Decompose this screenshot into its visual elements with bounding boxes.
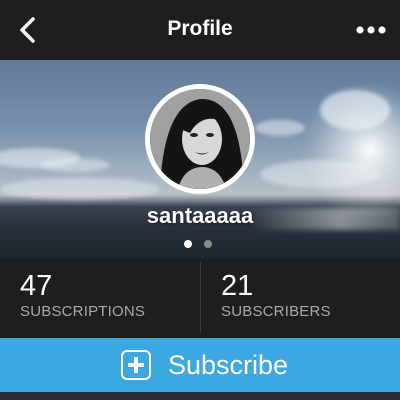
page-dot-inactive[interactable] [204,240,212,248]
cover-cloud [260,160,380,188]
plus-square-icon [121,350,151,380]
page-dot-active[interactable] [184,240,192,248]
username: santaaaaa [146,203,254,228]
cover-cloud [0,178,160,200]
subscriptions-stat[interactable]: 47 SUBSCRIPTIONS [0,258,200,338]
more-horizontal-icon [356,26,386,34]
subscriptions-label: SUBSCRIPTIONS [20,303,146,320]
avatar-image [150,89,250,189]
subscribers-stat[interactable]: 21 SUBSCRIBERS [201,258,400,338]
page-title: Profile [167,17,233,40]
subscribers-label: SUBSCRIBERS [221,303,331,320]
avatar[interactable] [145,84,255,194]
page-indicator [184,240,218,250]
bottom-strip [0,392,400,400]
cover-cloud [255,120,305,136]
cover-cloud [40,158,110,172]
navigation-bar: Profile [0,0,400,60]
subscribe-label: Subscribe [168,350,289,380]
subscriptions-count: 47 [20,270,53,302]
cover-cloud [320,90,390,130]
stats-divider [200,262,201,332]
subscribe-button[interactable]: Subscribe [0,338,400,392]
subscribers-count: 21 [221,270,254,302]
more-options-button[interactable] [354,18,388,42]
